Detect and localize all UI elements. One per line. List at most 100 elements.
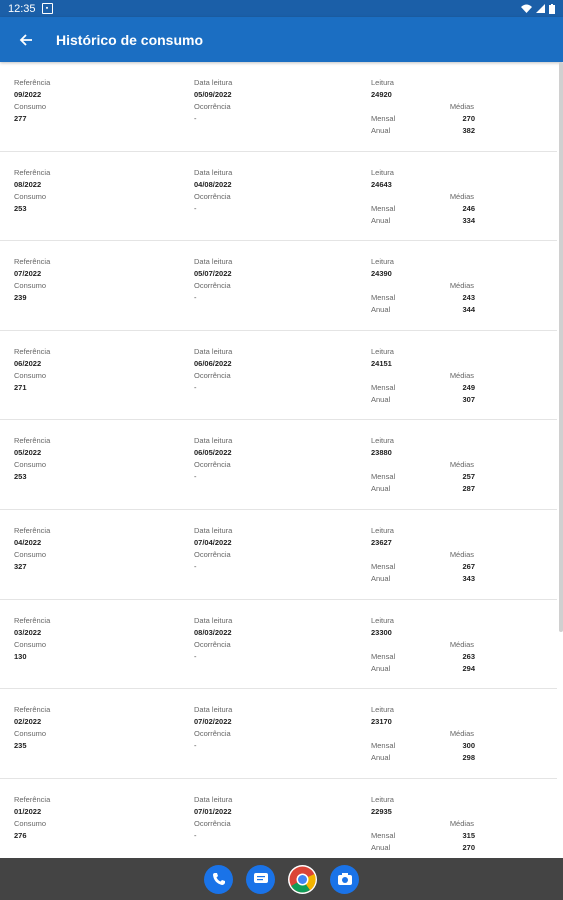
leitura-value: 24390	[371, 269, 392, 279]
ocorrencia-value: -	[194, 114, 197, 123]
data-leitura-label: Data leitura	[194, 346, 233, 356]
back-arrow-icon[interactable]	[14, 28, 38, 52]
app-bar: Histórico de consumo	[0, 17, 563, 62]
signal-icon	[536, 4, 545, 13]
anual-label: Anual	[371, 215, 391, 225]
consumo-label: Consumo	[14, 639, 47, 649]
list-item[interactable]: Referência 08/2022 Consumo 253 Data leitura 0…	[0, 152, 557, 242]
leitura-value: 24643	[371, 179, 392, 189]
mensal-value: 270	[462, 114, 475, 123]
data-leitura-value: 05/09/2022	[194, 90, 232, 99]
consumo-label: Consumo	[14, 102, 47, 111]
referencia-label: Referência	[14, 346, 51, 356]
referencia-value: 07/2022	[14, 269, 42, 279]
medias-label: Médias	[449, 729, 474, 739]
mensal-label: Mensal	[371, 830, 396, 840]
consumo-value: 277	[14, 114, 27, 123]
medias-label: Médias	[449, 639, 474, 649]
data-leitura-value: 07/01/2022	[194, 806, 232, 816]
anual-label: Anual	[371, 753, 391, 763]
status-icons	[521, 3, 555, 14]
leitura-value: 23300	[371, 627, 392, 637]
referencia-label: Referência	[14, 705, 51, 715]
anual-value: 270	[462, 842, 475, 852]
data-leitura-value: 07/02/2022	[194, 717, 232, 727]
referencia-value: 06/2022	[14, 358, 42, 368]
status-time: 12:35	[8, 2, 36, 15]
anual-label: Anual	[371, 305, 391, 315]
data-leitura-value: 06/06/2022	[194, 358, 232, 368]
bottom-dock	[0, 858, 563, 900]
consumo-value: 239	[14, 293, 27, 303]
list-item[interactable]: Referência 03/2022 Consumo 130 Data leitura 0…	[0, 600, 557, 690]
list-item[interactable]: Referência 04/2022 Consumo 327 Data leitura 0…	[0, 510, 557, 600]
referencia-value: 04/2022	[14, 537, 42, 547]
messages-icon[interactable]	[246, 864, 275, 894]
referencia-value: 09/2022	[14, 90, 42, 99]
mensal-value: 246	[462, 203, 475, 213]
referencia-label: Referência	[14, 794, 51, 804]
consumo-value: 327	[14, 561, 27, 571]
data-leitura-label: Data leitura	[194, 257, 233, 267]
mensal-label: Mensal	[371, 651, 396, 661]
mensal-value: 263	[462, 651, 475, 661]
referencia-value: 01/2022	[14, 806, 42, 816]
status-bar: 12:35 ▪	[0, 0, 563, 17]
leitura-value: 23170	[371, 717, 392, 727]
medias-label: Médias	[449, 460, 474, 470]
consumo-value: 253	[14, 472, 27, 482]
data-leitura-value: 05/07/2022	[194, 269, 232, 279]
medias-label: Médias	[449, 549, 474, 559]
camera-icon[interactable]	[330, 864, 359, 894]
medias-label: Médias	[449, 191, 474, 201]
leitura-value: 23880	[371, 448, 392, 458]
data-leitura-label: Data leitura	[194, 436, 233, 446]
chrome-icon[interactable]	[288, 864, 317, 894]
consumo-label: Consumo	[14, 370, 47, 380]
referencia-label: Referência	[14, 78, 51, 87]
consumo-value: 271	[14, 382, 27, 392]
leitura-label: Leitura	[371, 167, 394, 177]
medias-label: Médias	[449, 370, 474, 380]
data-leitura-value: 06/05/2022	[194, 448, 232, 458]
mensal-label: Mensal	[371, 203, 396, 213]
mensal-value: 315	[462, 830, 475, 840]
list-item[interactable]: Referência 05/2022 Consumo 253 Data leitura 0…	[0, 420, 557, 510]
data-leitura-value: 04/08/2022	[194, 179, 232, 189]
list-item[interactable]: Referência 09/2022 Consumo 277 Data leitura 0…	[0, 62, 557, 152]
list-item[interactable]: Referência 02/2022 Consumo 235 Data leitura 0…	[0, 689, 557, 779]
ocorrencia-value: -	[194, 741, 197, 751]
ocorrencia-label: Ocorrência	[194, 281, 231, 291]
consumption-history-list[interactable]: Referência 09/2022 Consumo 277 Data leitura 0…	[0, 62, 557, 858]
leitura-label: Leitura	[371, 257, 394, 267]
leitura-label: Leitura	[371, 346, 394, 356]
mensal-value: 243	[462, 293, 475, 303]
referencia-value: 02/2022	[14, 717, 42, 727]
mensal-value: 249	[462, 382, 475, 392]
list-item[interactable]: Referência 07/2022 Consumo 239 Data leitura 0…	[0, 241, 557, 331]
consumo-value: 276	[14, 830, 27, 840]
ocorrencia-value: -	[194, 293, 197, 303]
consumo-label: Consumo	[14, 281, 47, 291]
scrollbar[interactable]	[559, 62, 563, 632]
referencia-label: Referência	[14, 257, 51, 267]
medias-label: Médias	[449, 281, 474, 291]
leitura-label: Leitura	[371, 525, 394, 535]
ocorrencia-value: -	[194, 561, 197, 571]
ocorrencia-label: Ocorrência	[194, 818, 231, 828]
leitura-label: Leitura	[371, 705, 394, 715]
mensal-label: Mensal	[371, 293, 396, 303]
list-item[interactable]: Referência 01/2022 Consumo 276 Data leitura 0…	[0, 779, 557, 858]
anual-label: Anual	[371, 126, 391, 135]
referencia-value: 03/2022	[14, 627, 42, 637]
consumo-label: Consumo	[14, 549, 47, 559]
consumo-label: Consumo	[14, 191, 47, 201]
mensal-value: 300	[462, 741, 475, 751]
wifi-icon	[521, 4, 532, 13]
phone-icon[interactable]	[204, 864, 233, 894]
referencia-label: Referência	[14, 436, 51, 446]
list-item[interactable]: Referência 06/2022 Consumo 271 Data leitura 0…	[0, 331, 557, 421]
ocorrencia-value: -	[194, 830, 197, 840]
ocorrencia-label: Ocorrência	[194, 639, 231, 649]
anual-value: 344	[462, 305, 475, 315]
